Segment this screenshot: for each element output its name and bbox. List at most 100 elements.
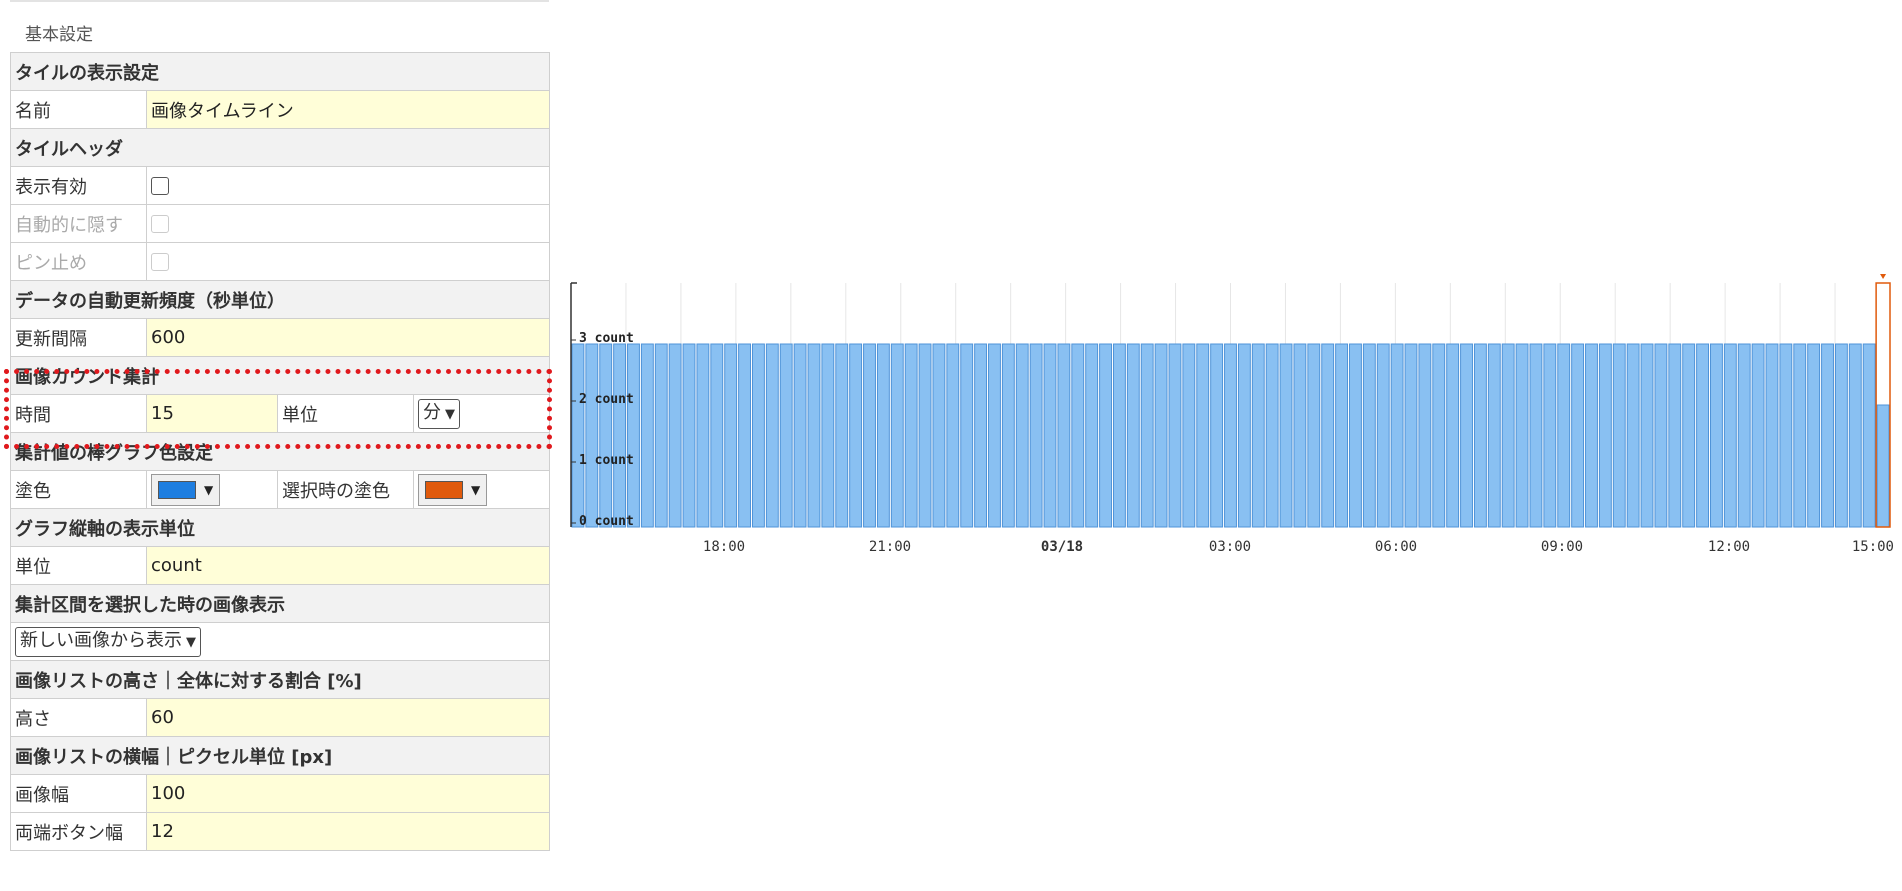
chart-bar[interactable] [1057, 343, 1071, 528]
chart-bar[interactable] [1001, 343, 1015, 528]
axis-unit-field[interactable]: count [146, 546, 550, 585]
chart-bar[interactable] [1821, 343, 1834, 528]
chart-bar[interactable] [960, 343, 974, 528]
image-order-select[interactable]: 新しい画像から表示 ▼ [15, 626, 201, 657]
chart-bar[interactable] [1293, 343, 1307, 528]
chart-bar[interactable] [1779, 343, 1793, 528]
chart-bar[interactable] [863, 343, 876, 528]
chart-bar[interactable] [1349, 343, 1362, 528]
chart-bar[interactable] [1182, 343, 1196, 528]
chart-bar[interactable] [1529, 343, 1543, 528]
chart-bar[interactable] [1112, 343, 1126, 528]
chart-bar[interactable] [835, 343, 849, 528]
name-field[interactable]: 画像タイムライン [146, 90, 550, 129]
chart-bar[interactable] [1543, 343, 1557, 528]
chart-bar[interactable] [1251, 343, 1265, 528]
chart-bar[interactable] [932, 343, 946, 528]
image-count-timeline-chart[interactable]: 0 count 1 count 2 count 3 count 18:00 21:00 0… [560, 265, 1898, 565]
chart-bar[interactable] [1390, 343, 1404, 528]
chart-bar[interactable] [1154, 343, 1168, 528]
chart-bar[interactable] [1043, 343, 1057, 528]
chart-bar[interactable] [849, 343, 863, 528]
chart-bar[interactable] [1015, 343, 1029, 528]
chart-bar[interactable] [1668, 343, 1682, 528]
chart-bar[interactable] [1432, 343, 1446, 528]
chart-bar[interactable] [1612, 343, 1626, 528]
display-enabled-checkbox[interactable] [151, 177, 169, 195]
chart-bar[interactable] [1862, 343, 1876, 528]
chart-bar[interactable] [988, 343, 1001, 528]
chart-bar[interactable] [682, 343, 696, 528]
button-width-field[interactable]: 12 [146, 812, 550, 851]
chart-bar[interactable] [1626, 343, 1640, 528]
chart-bar[interactable] [1071, 343, 1085, 528]
chart-bar[interactable] [1265, 343, 1279, 528]
chart-bar[interactable] [627, 343, 640, 528]
chart-bar[interactable] [1585, 343, 1598, 528]
unit-select[interactable]: 分 ▼ [418, 398, 460, 429]
chart-bar[interactable] [710, 343, 724, 528]
time-field[interactable]: 15 [146, 394, 278, 433]
chart-bar[interactable] [1515, 343, 1529, 528]
chart-bar[interactable] [1224, 343, 1237, 528]
chart-bar[interactable] [1848, 343, 1862, 528]
chart-bar[interactable] [918, 343, 932, 528]
chart-bar[interactable] [1793, 343, 1807, 528]
fill-color-picker[interactable]: ▼ [151, 473, 221, 506]
chart-bar[interactable] [724, 343, 738, 528]
chart-bar[interactable] [1710, 343, 1723, 528]
chart-bar[interactable] [1099, 343, 1112, 528]
chart-bar[interactable] [821, 343, 835, 528]
chart-bar[interactable] [1723, 343, 1737, 528]
chart-bar-selected[interactable] [1876, 404, 1890, 528]
chart-bar[interactable] [890, 343, 904, 528]
chart-bar[interactable] [1696, 343, 1710, 528]
chart-bar[interactable] [1765, 343, 1779, 528]
chart-bar[interactable] [974, 343, 988, 528]
height-field[interactable]: 60 [146, 698, 550, 737]
refresh-interval-field[interactable]: 600 [146, 318, 550, 357]
chart-bar[interactable] [1335, 343, 1349, 528]
chart-bar[interactable] [1487, 343, 1501, 528]
chart-bar[interactable] [1279, 343, 1293, 528]
chart-bar[interactable] [1571, 343, 1585, 528]
chart-bar[interactable] [654, 343, 668, 528]
chart-bar[interactable] [1737, 343, 1751, 528]
chart-bar[interactable] [696, 343, 710, 528]
chart-bar[interactable] [1446, 343, 1460, 528]
chart-bar[interactable] [738, 343, 751, 528]
chart-bar[interactable] [876, 343, 890, 528]
chart-bar[interactable] [1362, 343, 1376, 528]
chart-bar[interactable] [765, 343, 779, 528]
chart-bar[interactable] [1237, 343, 1251, 528]
chart-bar[interactable] [1126, 343, 1140, 528]
chart-bar[interactable] [585, 343, 599, 528]
chart-bar[interactable] [1029, 343, 1043, 528]
chart-bar[interactable] [1501, 343, 1515, 528]
chart-bar[interactable] [779, 343, 793, 528]
chart-bar[interactable] [613, 343, 627, 528]
chart-bar[interactable] [1598, 343, 1612, 528]
chart-bar[interactable] [1321, 343, 1335, 528]
chart-bar[interactable] [1640, 343, 1654, 528]
chart-bar[interactable] [1376, 343, 1390, 528]
chart-bar[interactable] [1460, 343, 1473, 528]
chart-bar[interactable] [1654, 343, 1668, 528]
chart-bar[interactable] [1557, 343, 1571, 528]
chart-bar[interactable] [1751, 343, 1765, 528]
chart-bar[interactable] [1682, 343, 1696, 528]
chart-bar[interactable] [793, 343, 807, 528]
chart-bar[interactable] [599, 343, 613, 528]
chart-bar[interactable] [1834, 343, 1848, 528]
chart-bar[interactable] [668, 343, 682, 528]
chart-bar[interactable] [640, 343, 654, 528]
chart-bar[interactable] [571, 343, 585, 528]
chart-bar[interactable] [751, 343, 765, 528]
chart-bar[interactable] [1307, 343, 1321, 528]
chart-bar[interactable] [1140, 343, 1154, 528]
chart-bar[interactable] [1404, 343, 1418, 528]
chart-bar[interactable] [1085, 343, 1099, 528]
chart-bar[interactable] [1210, 343, 1224, 528]
selected-fill-color-picker[interactable]: ▼ [418, 473, 488, 506]
chart-bar[interactable] [904, 343, 918, 528]
